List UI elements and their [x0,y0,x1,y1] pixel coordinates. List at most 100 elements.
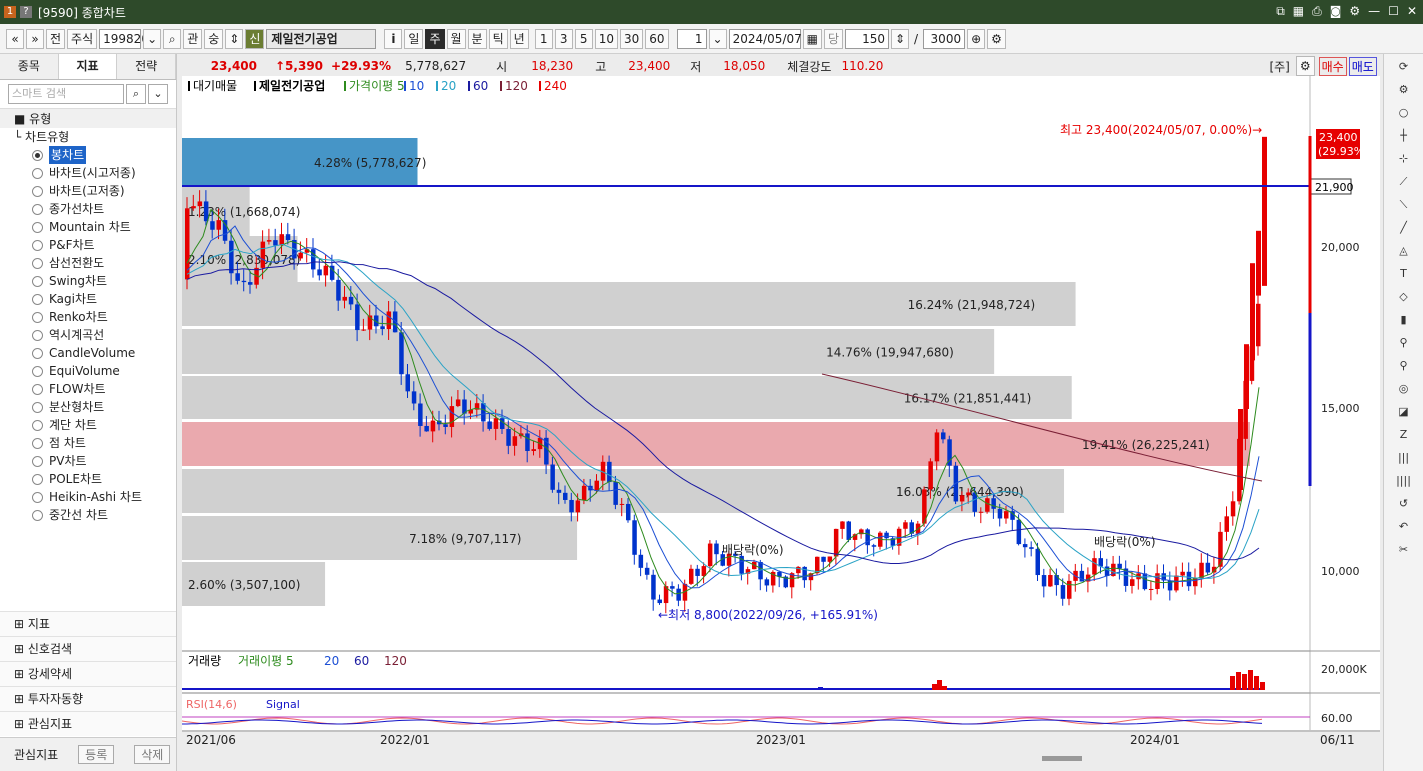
camera-icon[interactable]: ◙ [1330,4,1342,19]
auto-icon[interactable]: ◬ [1392,241,1416,261]
zoom-icon[interactable]: ⚲ [1392,333,1416,353]
register-button[interactable]: 등록 [78,745,115,764]
undo-icon[interactable]: ↶ [1392,517,1416,537]
num-1[interactable]: 1 [534,28,553,49]
gear-icon[interactable]: ⚙ [987,28,1006,49]
chart-type-item[interactable]: Renko차트 [14,308,176,326]
chart-type-group[interactable]: └ 차트유형 [14,128,176,146]
rotate-icon[interactable]: ↺ [1392,494,1416,514]
count-dropdown-icon[interactable]: ⌄ [708,28,727,49]
chart-type-item[interactable]: 봉차트 [14,146,176,164]
ruler-icon[interactable]: ⊹ [1392,149,1416,169]
radio-icon[interactable] [32,383,43,395]
expand-icon[interactable]: ⊞ [14,667,24,681]
radio-icon[interactable] [32,293,43,305]
grid-icon[interactable]: ▦ [1293,4,1304,19]
search-icon[interactable]: ⌕ [163,28,182,49]
chart-type-item[interactable]: EquiVolume [14,362,176,380]
date-input[interactable]: 2024/05/07 [728,28,802,49]
chart-type-item[interactable]: 점 차트 [14,434,176,452]
radio-icon[interactable] [32,455,43,467]
candle-icon[interactable]: ▮ [1392,310,1416,330]
delete-button[interactable]: 삭제 [134,745,171,764]
type-section[interactable]: ■ 유형 [0,108,176,128]
chart-type-item[interactable]: PV차트 [14,452,176,470]
radio-icon[interactable] [32,491,43,503]
period-day[interactable]: 일 [404,28,424,49]
num-30[interactable]: 30 [619,28,644,49]
minimize-icon[interactable]: — [1368,4,1380,19]
period-year[interactable]: 년 [509,28,529,49]
close-icon[interactable]: ✕ [1407,4,1417,19]
buy-button[interactable]: 매수 [1318,56,1347,76]
radio-icon[interactable] [32,167,43,179]
search-icon[interactable]: ⌕ [126,84,146,104]
tab-stocks[interactable]: 종목 [0,54,59,79]
total-input[interactable]: 3000 [923,28,966,49]
zoom-in-icon[interactable]: ⊕ [967,28,986,49]
expand-icon[interactable]: ⊞ [14,692,24,706]
spin-icon[interactable]: ⇕ [225,28,244,49]
radio-icon[interactable] [32,401,43,413]
chart-type-item[interactable]: Swing차트 [14,272,176,290]
sell-button[interactable]: 매도 [1348,56,1377,76]
gann-icon[interactable]: ◪ [1392,402,1416,422]
num-3[interactable]: 3 [554,28,573,49]
pattern-icon[interactable]: ◇ [1392,287,1416,307]
link-icon[interactable]: ⧉ [1276,4,1285,19]
prev-button[interactable]: « [6,28,24,49]
section-1[interactable]: ⊞ 신호검색 [0,636,176,661]
chart-type-item[interactable]: 중간선 차트 [14,506,176,524]
stock-code-input[interactable]: 199820 [99,28,149,49]
refresh-icon[interactable]: ⟳ [1392,57,1416,77]
chart-type-item[interactable]: Heikin-Ashi 차트 [14,488,176,506]
watch-button[interactable]: 관 [183,28,203,49]
lines-icon[interactable]: |||| [1392,471,1416,491]
expand-icon[interactable]: ⊞ [14,617,24,631]
circle-icon[interactable]: ○ [1392,103,1416,123]
chart-type-item[interactable]: CandleVolume [14,344,176,362]
radio-icon[interactable] [32,509,43,521]
chart-type-item[interactable]: Mountain 차트 [14,218,176,236]
radio-icon[interactable] [32,473,43,485]
section-2[interactable]: ⊞ 강세약세 [0,661,176,686]
bars-spinner-icon[interactable]: ⇕ [890,28,910,49]
diagonal-icon[interactable]: ╱ [1392,218,1416,238]
radio-icon[interactable] [32,149,43,161]
maximize-icon[interactable]: ☐ [1388,4,1399,19]
radio-icon[interactable] [32,311,43,323]
settings-icon[interactable]: ⚙ [1349,4,1360,19]
chart-type-item[interactable]: Kagi차트 [14,290,176,308]
z-icon[interactable]: Z [1392,425,1416,445]
section-0[interactable]: ⊞ 지표 [0,611,176,636]
chart-type-item[interactable]: 바차트(고저종) [14,182,176,200]
bars-icon[interactable]: ||| [1392,448,1416,468]
radio-icon[interactable] [32,257,43,269]
num-5[interactable]: 5 [574,28,593,49]
info-button[interactable]: i [384,28,403,49]
period-week[interactable]: 주 [425,28,445,49]
chevron-down-icon[interactable]: ⌄ [148,84,168,104]
smart-search-input[interactable]: 스마트 검색 [8,84,124,104]
all-button[interactable]: 전 [46,28,66,49]
expand-icon[interactable]: ⊞ [14,642,24,656]
chart-type-item[interactable]: POLE차트 [14,470,176,488]
radio-icon[interactable] [32,185,43,197]
crosshair-icon[interactable]: ┼ [1392,126,1416,146]
chart-type-item[interactable]: FLOW차트 [14,380,176,398]
chart-type-item[interactable]: 종가선차트 [14,200,176,218]
tab-strategy[interactable]: 전략 [117,54,177,79]
chart-type-item[interactable]: 바차트(시고저종) [14,164,176,182]
section-3[interactable]: ⊞ 투자자동향 [0,686,176,711]
section-4[interactable]: ⊞ 관심지표 [0,711,176,736]
radio-icon[interactable] [32,329,43,341]
count-input[interactable]: 1 [676,28,707,49]
price-chart[interactable]: 4.28% (5,778,627)1.23% (1,668,074)2.10% … [181,76,1380,766]
radio-icon[interactable] [32,419,43,431]
period-month[interactable]: 월 [446,28,466,49]
help-icon[interactable]: ? [20,6,32,18]
period-minute[interactable]: 분 [467,28,487,49]
compare-button[interactable]: 숭 [204,28,224,49]
period-tick[interactable]: 틱 [488,28,508,49]
chart-type-item[interactable]: 삼선전환도 [14,254,176,272]
